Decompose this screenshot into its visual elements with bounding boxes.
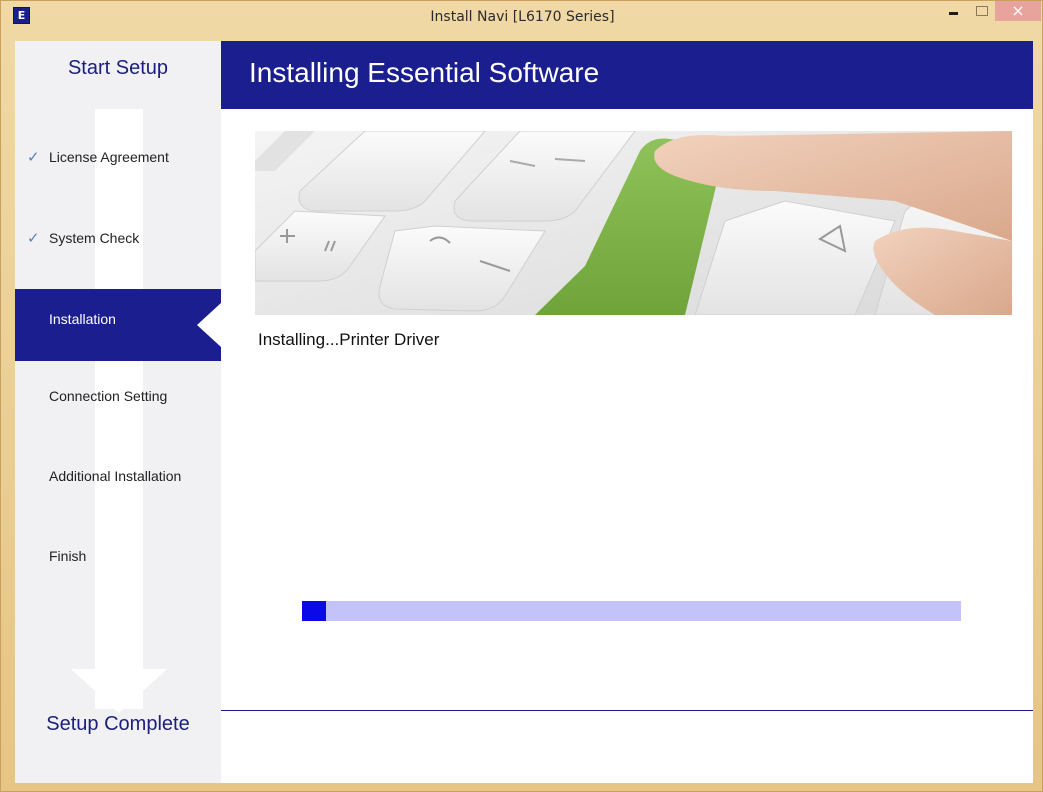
close-button[interactable] — [995, 1, 1041, 21]
progress-arrow-head — [71, 669, 167, 713]
step-label: License Agreement — [49, 149, 169, 165]
page-title: Installing Essential Software — [249, 57, 600, 88]
minimize-button[interactable] — [940, 1, 967, 21]
step-installation: Installation — [15, 289, 221, 361]
start-setup-label: Start Setup — [67, 57, 169, 79]
install-status-text: Installing...Printer Driver — [258, 330, 440, 349]
maximize-button[interactable] — [968, 1, 995, 21]
installer-window: E Install Navi [L6170 Series] Start Setu… — [0, 0, 1043, 792]
title-bar[interactable]: E Install Navi [L6170 Series] — [1, 1, 1043, 41]
step-label: Finish — [49, 548, 87, 564]
step-label: Installation — [49, 311, 116, 327]
page-header: Installing Essential Software — [221, 41, 1033, 109]
step-label: Connection Setting — [49, 388, 168, 404]
step-label: Additional Installation — [49, 468, 182, 484]
progress-bar-fill — [302, 601, 326, 621]
step-finish: Finish — [15, 538, 221, 578]
step-connection-setting: Connection Setting — [15, 378, 221, 418]
start-setup-header: Start Setup — [15, 41, 221, 109]
checkmark-icon: ✓ — [27, 149, 40, 166]
step-license-agreement: ✓ License Agreement — [15, 139, 221, 179]
step-label: System Check — [49, 230, 140, 246]
step-system-check: ✓ System Check — [15, 220, 221, 260]
progress-bar — [302, 601, 961, 621]
footer-divider — [221, 710, 1033, 711]
keyboard-image — [255, 131, 1012, 315]
client-area: Start Setup ✓ License Agreement ✓ System… — [15, 41, 1033, 783]
window-title: Install Navi [L6170 Series] — [430, 9, 615, 25]
step-additional-installation: Additional Installation — [15, 458, 221, 498]
setup-complete-label: Setup Complete — [46, 713, 190, 735]
steps-sidebar: Start Setup ✓ License Agreement ✓ System… — [15, 41, 221, 783]
active-step-indicator — [197, 303, 221, 347]
checkmark-icon: ✓ — [27, 230, 40, 247]
keyboard-illustration — [255, 131, 1012, 315]
